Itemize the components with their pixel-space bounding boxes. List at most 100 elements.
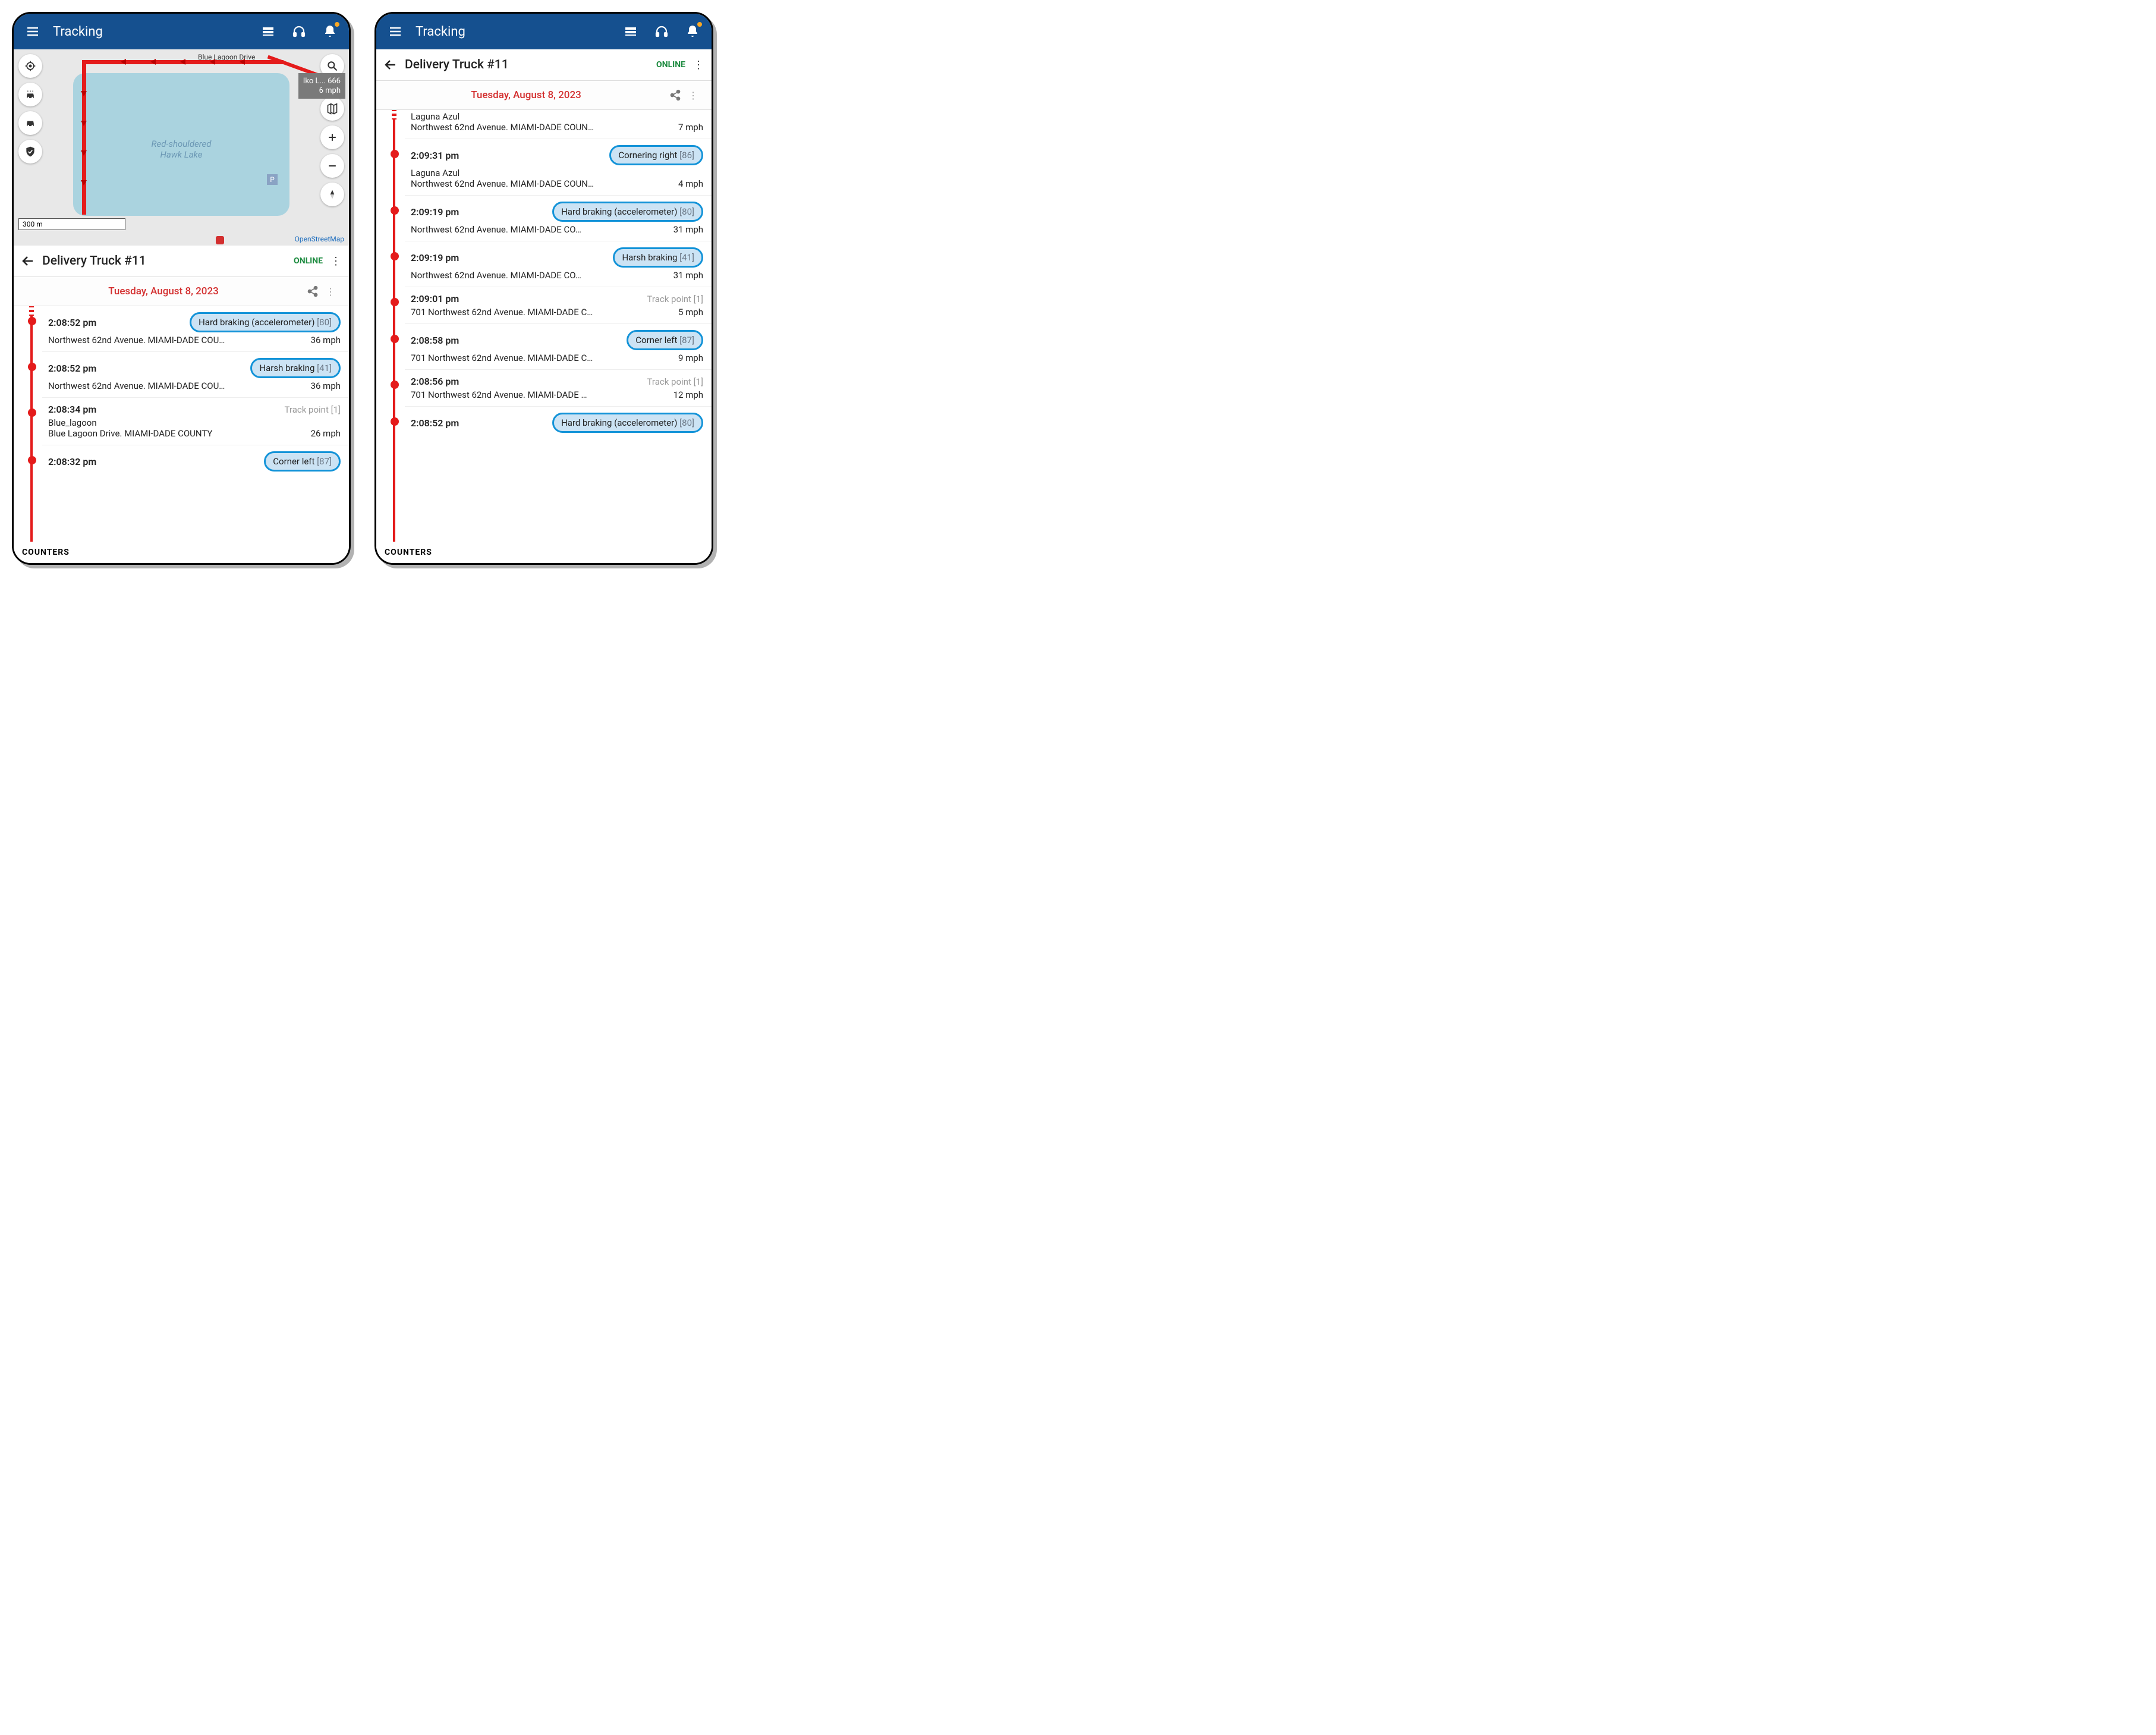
back-icon[interactable] [383,58,398,72]
date-label[interactable]: Tuesday, August 8, 2023 [386,89,666,101]
carwash-icon[interactable] [18,83,42,106]
event-time: 2:08:32 pm [48,456,100,467]
event-time: 2:08:52 pm [48,317,100,328]
menu-icon[interactable] [385,21,406,42]
kebab-icon[interactable]: ⋮ [322,286,339,297]
kebab-icon[interactable]: ⋮ [693,59,704,71]
unit-name: Delivery Truck #11 [405,58,649,72]
share-icon[interactable] [304,285,322,297]
event-chip: Cornering right [86] [609,145,703,165]
event-address: Northwest 62nd Avenue. MIAMI-DADE COU… [48,335,305,345]
headset-icon[interactable] [651,21,672,42]
events-list[interactable]: 2:08:52 pm Hard braking (accelerometer) … [14,306,349,563]
event-speed: 5 mph [678,307,703,318]
event-chip: Hard braking (accelerometer) [80] [190,312,341,332]
headset-icon[interactable] [288,21,310,42]
appbar: Tracking [376,14,712,49]
event-speed: 9 mph [678,353,703,363]
hospital-marker-icon [216,236,224,244]
event-time: 2:08:52 pm [48,363,100,374]
event-speed: 31 mph [673,224,703,235]
unit-header: Delivery Truck #11 ONLINE ⋮ [14,246,349,277]
map-lake-label: Red-shouldered Hawk Lake [152,139,212,160]
event-chip: Hard braking (accelerometer) [80] [552,202,703,222]
event-location: Laguna Azul [411,111,703,122]
event-row[interactable]: 2:09:19 pm Harsh braking [41] Northwest … [405,241,712,287]
kebab-icon[interactable]: ⋮ [330,255,342,268]
event-row[interactable]: Laguna Azul Northwest 62nd Avenue. MIAMI… [405,110,712,139]
unit-status: ONLINE [294,256,323,266]
event-chip: Corner left [87] [627,330,703,350]
event-time: 2:09:01 pm [411,293,462,304]
car-icon[interactable] [18,111,42,135]
kebab-icon[interactable]: ⋮ [684,90,702,101]
track-point-label: Track point [1] [647,376,703,387]
unit-status: ONLINE [656,60,685,70]
layers-icon[interactable] [320,97,344,121]
map-scale: 300 m [18,218,125,230]
event-address: Northwest 62nd Avenue. MIAMI-DADE COU… [48,381,305,391]
event-row[interactable]: 2:08:52 pm Hard braking (accelerometer) … [42,306,349,352]
event-time: 2:08:34 pm [48,404,100,415]
event-row[interactable]: 2:08:34 pm Track point [1] Blue_lagoon B… [42,398,349,445]
zoom-in-icon[interactable] [320,125,344,149]
event-location: Laguna Azul [411,168,703,178]
events-list[interactable]: Laguna Azul Northwest 62nd Avenue. MIAMI… [376,110,712,563]
event-address: Northwest 62nd Avenue. MIAMI-DADE COUN… [411,178,672,189]
event-location: Blue_lagoon [48,417,341,428]
map[interactable]: Red-shouldered Hawk Lake Blue Lagoon Dri… [14,49,349,246]
notification-dot [335,22,339,27]
phone-left: Tracking Red-shouldered Hawk Lake Blue L… [12,12,351,565]
event-speed: 7 mph [678,122,703,133]
unit-header: Delivery Truck #11 ONLINE ⋮ [376,49,712,81]
event-speed: 36 mph [311,381,341,391]
counters-tab[interactable]: COUNTERS [376,542,712,563]
notification-dot [697,22,702,27]
event-speed: 31 mph [673,270,703,281]
event-address: 701 Northwest 62nd Avenue. MIAMI-DADE … [411,389,668,400]
back-icon[interactable] [21,254,35,268]
event-chip: Corner left [87] [264,451,341,472]
event-row[interactable]: 2:08:32 pm Corner left [87] [42,445,349,480]
event-chip: Harsh braking [41] [250,358,341,378]
list-view-icon[interactable] [257,21,279,42]
event-chip: Harsh braking [41] [613,247,703,268]
locate-icon[interactable] [18,54,42,78]
event-time: 2:08:56 pm [411,376,462,387]
event-speed: 26 mph [311,428,341,439]
event-address: Blue Lagoon Drive. MIAMI-DADE COUNTY [48,428,305,439]
track-point-label: Track point [1] [285,404,341,415]
map-attribution[interactable]: OpenStreetMap [295,235,344,243]
unit-name: Delivery Truck #11 [42,254,287,268]
event-row[interactable]: 2:08:56 pm Track point [1] 701 Northwest… [405,370,712,407]
appbar: Tracking [14,14,349,49]
list-view-icon[interactable] [620,21,641,42]
compass-icon[interactable] [320,183,344,206]
share-icon[interactable] [666,89,684,101]
menu-icon[interactable] [22,21,43,42]
event-row[interactable]: 2:08:58 pm Corner left [87] 701 Northwes… [405,324,712,370]
shield-check-icon[interactable] [18,140,42,164]
event-row[interactable]: 2:08:52 pm Hard braking (accelerometer) … [405,407,712,441]
event-address: 701 Northwest 62nd Avenue. MIAMI-DADE C… [411,307,672,318]
zoom-out-icon[interactable] [320,154,344,178]
event-time: 2:09:31 pm [411,150,462,161]
event-address: 701 Northwest 62nd Avenue. MIAMI-DADE C… [411,353,672,363]
event-address: Northwest 62nd Avenue. MIAMI-DADE CO… [411,224,668,235]
event-row[interactable]: 2:09:01 pm Track point [1] 701 Northwest… [405,287,712,324]
phone-right: Tracking Delivery Truck #11 ONLINE ⋮ Tue… [374,12,713,565]
bell-icon[interactable] [682,21,703,42]
event-address: Northwest 62nd Avenue. MIAMI-DADE COUN… [411,122,672,133]
event-row[interactable]: 2:08:52 pm Harsh braking [41] Northwest … [42,352,349,398]
event-speed: 4 mph [678,178,703,189]
event-chip: Hard braking (accelerometer) [80] [552,413,703,433]
date-label[interactable]: Tuesday, August 8, 2023 [23,285,304,297]
appbar-title: Tracking [416,24,610,39]
event-row[interactable]: 2:09:31 pm Cornering right [86] Laguna A… [405,139,712,196]
appbar-title: Tracking [53,24,248,39]
date-bar: Tuesday, August 8, 2023 ⋮ [376,81,712,110]
event-time: 2:08:52 pm [411,417,462,429]
event-row[interactable]: 2:09:19 pm Hard braking (accelerometer) … [405,196,712,241]
bell-icon[interactable] [319,21,341,42]
counters-tab[interactable]: COUNTERS [14,542,349,563]
